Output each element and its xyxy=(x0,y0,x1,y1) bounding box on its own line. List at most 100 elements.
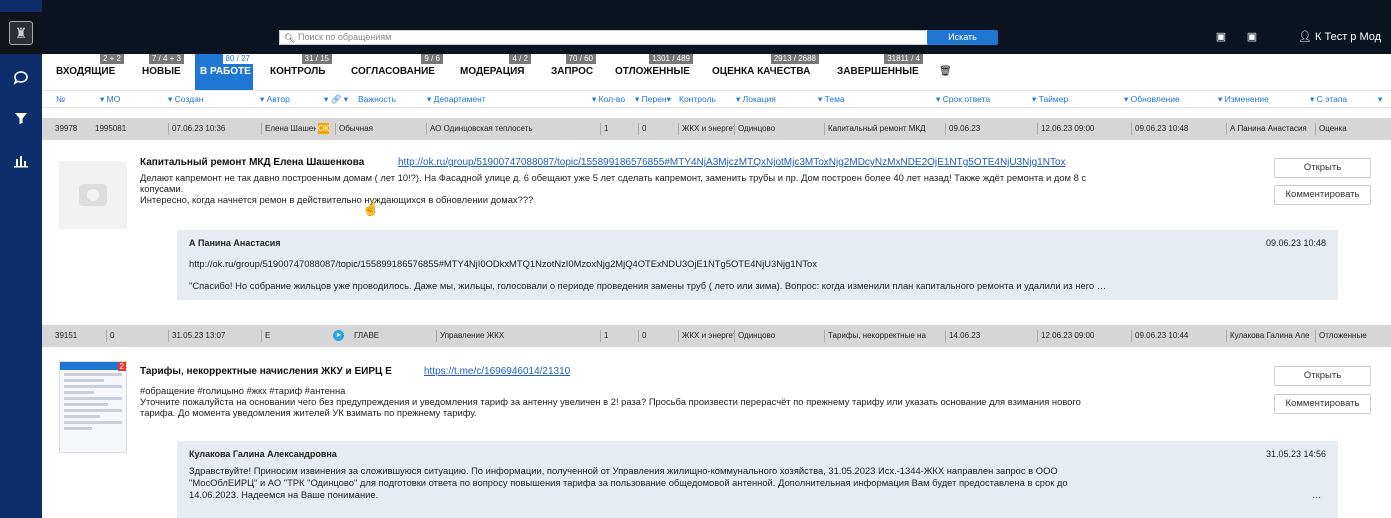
comment-button[interactable]: Комментировать xyxy=(1274,394,1371,414)
col-timer-label: Таймер xyxy=(1038,94,1069,104)
col-author-label: Автор xyxy=(266,94,290,104)
reply-author: Кулакова Галина Александровна xyxy=(189,449,337,459)
mouse-cursor-icon: ☝ xyxy=(362,200,380,216)
tab-badge: 2 + 2 xyxy=(99,54,124,64)
tab-postponed[interactable]: 1301 / 489 ОТЛОЖЕННЫЕ xyxy=(615,54,693,90)
request-link[interactable]: https://t.me/c/1696946014/21310 xyxy=(424,366,570,377)
col-importance[interactable]: Важность xyxy=(358,94,396,104)
cell-control: ЖКХ и энергет xyxy=(678,330,734,342)
cell-transfer: 0 xyxy=(638,330,674,342)
search-button[interactable]: Искать xyxy=(927,30,998,45)
col-deadline[interactable]: ▾ Срок ответа xyxy=(936,94,990,105)
tab-moderation[interactable]: 4 / 2 МОДЕРАЦИЯ xyxy=(460,54,531,90)
export-excel-icon[interactable]: ▣ xyxy=(1214,30,1228,44)
table-row[interactable]: 39151 0 31.05.23 13:07 Е ➤ ГЛАВЕ Управле… xyxy=(42,325,1391,347)
request-link[interactable]: http://ok.ru/group/51900747088087/topic/… xyxy=(398,157,1066,168)
reply-author: А Панина Анастасия xyxy=(189,238,281,248)
tab-badge: 1301 / 489 xyxy=(649,54,693,64)
cell-changed: А Панина Анастасия xyxy=(1226,123,1314,135)
col-mo-label: МО xyxy=(106,94,121,104)
attachment-thumbnail[interactable]: 2 xyxy=(59,361,127,453)
tab-quality-rating[interactable]: 2913 / 2688 ОЦЕНКА КАЧЕСТВА xyxy=(712,54,819,90)
col-updated-label: Обновление xyxy=(1130,94,1180,104)
status-tabs: 2 + 2 ВХОДЯЩИЕ 7 / 4 + 3 НОВЫЕ 80 / 27 В… xyxy=(42,54,1391,90)
reply-card: Кулакова Галина Александровна 31.05.23 1… xyxy=(177,441,1338,518)
search-icon: 🔍︎ xyxy=(284,33,296,43)
col-control[interactable]: Контроль xyxy=(679,94,716,104)
user-icon: 👤︎ xyxy=(1298,31,1312,43)
tab-badge: 4 / 2 xyxy=(509,54,531,64)
col-department[interactable]: ▾ Департамент xyxy=(427,94,486,105)
stats-icon[interactable] xyxy=(0,146,42,176)
col-mo[interactable]: ▾ МО xyxy=(100,94,120,105)
col-control-label: Контроль xyxy=(679,94,716,104)
chat-icon[interactable] xyxy=(0,62,42,92)
tab-label: ВХОДЯЩИЕ xyxy=(56,66,116,77)
col-topic[interactable]: ▾ Тема xyxy=(818,94,845,105)
col-location-label: Локация xyxy=(742,94,776,104)
cell-number: 39978 xyxy=(55,124,78,133)
tab-approval[interactable]: 9 / 6 СОГЛАСОВАНИЕ xyxy=(351,54,443,90)
col-number[interactable]: № xyxy=(56,94,65,104)
col-timer[interactable]: ▾ Таймер xyxy=(1032,94,1068,105)
open-button[interactable]: Открыть xyxy=(1274,366,1371,386)
tab-completed[interactable]: 31811 / 4 ЗАВЕРШЕННЫЕ xyxy=(837,54,923,90)
reply-date: 09.06.23 10:48 xyxy=(1265,238,1326,248)
tab-label: МОДЕРАЦИЯ xyxy=(460,66,525,77)
reply-more-icon[interactable]: … xyxy=(1312,489,1321,501)
col-updated[interactable]: ▾ Обновление xyxy=(1124,94,1180,105)
tab-badge: 80 / 27 xyxy=(222,54,253,64)
col-more[interactable]: ▾ xyxy=(1378,94,1382,105)
request-detail: 2 Тарифы, некорректные начисления ЖКУ и … xyxy=(42,347,1391,518)
left-rail: ♜ xyxy=(0,0,42,518)
tab-badge: 2913 / 2688 xyxy=(770,54,819,64)
tab-badge: 7 / 4 + 3 xyxy=(148,54,184,64)
cell-importance: ГЛАВЕ xyxy=(354,331,380,340)
tab-label: ОЦЕНКА КАЧЕСТВА xyxy=(712,66,811,77)
cell-stage: Оценка xyxy=(1315,123,1385,135)
cell-count: 1 xyxy=(600,330,636,342)
tab-control[interactable]: 31 / 15 КОНТРОЛЬ xyxy=(270,54,332,90)
cell-author: Е xyxy=(261,330,316,342)
col-changed[interactable]: ▾ Изменение xyxy=(1218,94,1269,105)
search-input[interactable]: 🔍︎ Поиск по обращениям xyxy=(279,30,955,45)
request-text: Делают капремонт не так давно построенны… xyxy=(140,172,1087,183)
cell-location: Одинцово xyxy=(734,123,822,135)
cell-changed: Кулакова Галина Але xyxy=(1226,330,1314,342)
col-link[interactable]: ▾ 🔗︎ ▾ xyxy=(324,94,348,105)
col-location[interactable]: ▾ Локация xyxy=(736,94,776,105)
col-count[interactable]: ▾ Кол-во xyxy=(592,94,625,105)
cell-department: АО Одинцовская теплосеть xyxy=(426,123,594,135)
col-topic-label: Тема xyxy=(824,94,845,104)
camera-icon xyxy=(79,184,107,206)
comment-button[interactable]: Комментировать xyxy=(1274,185,1371,205)
col-author[interactable]: ▾ Автор xyxy=(260,94,290,105)
table-row[interactable]: 39978 1995081 07.06.23 10:36 Елена Шашен… xyxy=(42,118,1391,140)
col-count-label: Кол-во xyxy=(598,94,626,104)
tab-in-progress[interactable]: 80 / 27 В РАБОТЕ xyxy=(195,54,253,90)
cell-location: Одинцово xyxy=(734,330,822,342)
col-created[interactable]: ▾ Создан xyxy=(168,94,204,105)
cell-mo: 1995081 xyxy=(95,124,127,133)
tab-request[interactable]: 70 / 60 ЗАПРОС xyxy=(551,54,596,90)
cell-created: 31.05.23 13:07 xyxy=(168,330,258,342)
cell-stage: Отложенные xyxy=(1315,330,1391,342)
col-transfer[interactable]: ▾ Перен▾ xyxy=(635,94,671,105)
app-logo[interactable]: ♜ xyxy=(0,12,42,54)
filter-icon[interactable] xyxy=(0,103,42,133)
reply-text: "МосОблЕИРЦ" и АО "ТРК "Одинцово" для по… xyxy=(189,477,1068,488)
user-menu[interactable]: 👤︎ К Тест р Мод ➜ xyxy=(1298,30,1391,43)
tab-badge: 31811 / 4 xyxy=(884,54,923,64)
cell-topic: Тарифы, некорректные на xyxy=(824,330,944,342)
ok-icon: ОК xyxy=(318,123,329,134)
open-button[interactable]: Открыть xyxy=(1274,158,1371,178)
tab-incoming[interactable]: 2 + 2 ВХОДЯЩИЕ xyxy=(56,54,124,90)
reply-text: "Спасибо! Но собрание жильцов уже провод… xyxy=(189,280,1107,291)
tab-new[interactable]: 7 / 4 + 3 НОВЫЕ xyxy=(142,54,184,90)
export-report-icon[interactable]: ▣ xyxy=(1245,30,1259,44)
app-root: ♜ 🔍︎ Поиск по обращениям Искать ▣ ▣ 👤︎ К… xyxy=(0,0,1391,518)
col-stage[interactable]: ▾ С этапа xyxy=(1310,94,1347,105)
tab-label: В РАБОТЕ xyxy=(200,66,251,77)
cell-created: 07.06.23 10:36 xyxy=(168,123,258,135)
trash-icon[interactable]: 🗑︎ xyxy=(939,66,952,77)
